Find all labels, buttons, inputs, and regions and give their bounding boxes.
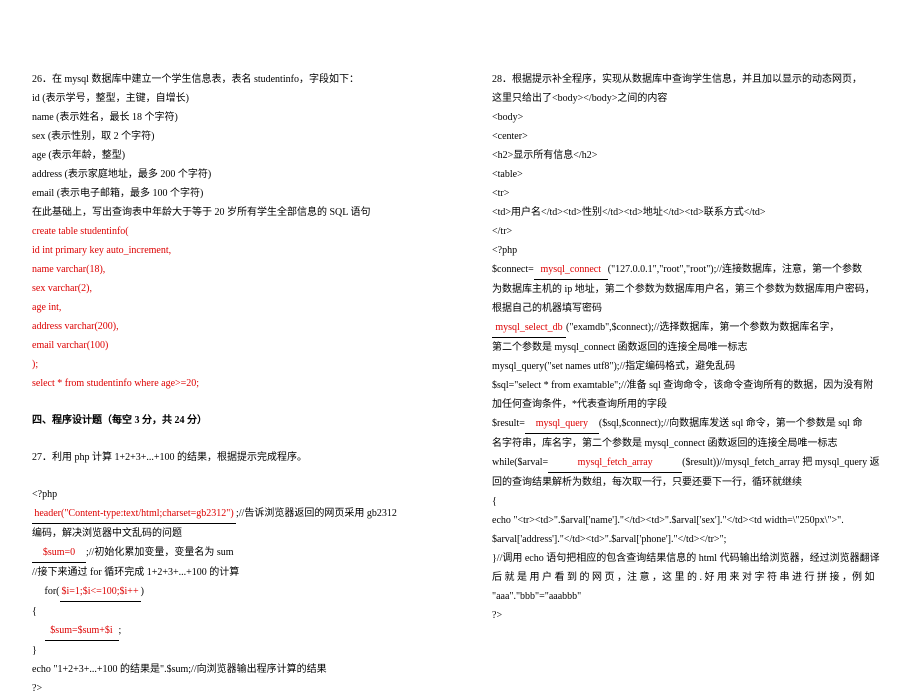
q28-line: ?>: [492, 606, 888, 625]
q28-line: 第二个参数是 mysql_connect 函数返回的连接全局唯一标志: [492, 338, 888, 357]
q27-line: ?>: [32, 679, 428, 698]
q26-answer: select * from studentinfo where age>=20;: [32, 374, 428, 393]
q27-row: $sum=$sum+$i;: [32, 621, 428, 641]
q28-line: <center>: [492, 127, 888, 146]
q27-text: ;: [119, 625, 122, 636]
q28-text: ($result))//mysql_fetch_array 把 mysql_qu…: [682, 457, 879, 468]
q28-line: <td>用户名</td><td>性别</td><td>地址</td><td>联系…: [492, 203, 888, 222]
q27-text: ;//初始化累加变量，变量名为 sum: [86, 547, 234, 558]
right-column: 28．根据提示补全程序，实现从数据库中查询学生信息，并且加以显示的动态网页， 这…: [460, 0, 920, 698]
q27-row: $sum=0;//初始化累加变量，变量名为 sum: [32, 543, 428, 563]
q28-line: $sql="select * from examtable";//准备 sql …: [492, 376, 888, 395]
q26-line: 26．在 mysql 数据库中建立一个学生信息表，表名 studentinfo，…: [32, 70, 428, 89]
q28-line: "aaa"."bbb"="aaabbb": [492, 587, 888, 606]
q28-line: <h2>显示所有信息</h2>: [492, 146, 888, 165]
q28-line: </tr>: [492, 222, 888, 241]
blank-query: mysql_query: [525, 414, 599, 434]
q26-answer: );: [32, 355, 428, 374]
q26-answer: age int,: [32, 298, 428, 317]
q26-line: id (表示学号，整型，主键，自增长): [32, 89, 428, 108]
q28-line: mysql_query("set names utf8");//指定编码格式，避…: [492, 357, 888, 376]
q27-line: 27．利用 php 计算 1+2+3+...+100 的结果，根据提示完成程序。: [32, 448, 428, 467]
page-container: 26．在 mysql 数据库中建立一个学生信息表，表名 studentinfo，…: [0, 0, 920, 698]
q28-text: $result=: [492, 418, 525, 429]
q28-line: 根据自己的机器填写密码: [492, 299, 888, 318]
q26-line: email (表示电子邮箱，最多 100 个字符): [32, 184, 428, 203]
q28-line: $arval['address']."</td><td>".$arval['ph…: [492, 530, 888, 549]
q28-line: 这里只给出了<body></body>之间的内容: [492, 89, 888, 108]
q28-line: 加任何查询条件，*代表查询所用的字段: [492, 395, 888, 414]
q27-text: ;//告诉浏览器返回的网页采用 gb2312: [236, 508, 397, 519]
q27-line: 编码，解决浏览器中文乱码的问题: [32, 524, 428, 543]
blank-sum: $sum=0: [32, 543, 86, 563]
blank-for: $i=1;$i<=100;$i++: [60, 582, 141, 602]
q28-row: $result=mysql_query($sql,$connect);//向数据…: [492, 414, 888, 434]
q27-row: header("Content-type:text/html;charset=g…: [32, 504, 428, 524]
q27-line: echo "1+2+3+...+100 的结果是".$sum;//向浏览器输出程…: [32, 660, 428, 679]
q28-line: <table>: [492, 165, 888, 184]
q28-row: $connect=mysql_connect("127.0.0.1","root…: [492, 260, 888, 280]
q27-row: for($i=1;$i<=100;$i++): [32, 582, 428, 602]
q26-line: name (表示姓名，最长 18 个字符): [32, 108, 428, 127]
left-column: 26．在 mysql 数据库中建立一个学生信息表，表名 studentinfo，…: [0, 0, 460, 698]
q28-row: while($arval=mysql_fetch_array($result))…: [492, 453, 888, 473]
q26-line: address (表示家庭地址，最多 200 个字符): [32, 165, 428, 184]
q28-line: <?php: [492, 241, 888, 260]
q26-line: sex (表示性别，取 2 个字符): [32, 127, 428, 146]
q28-line: <body>: [492, 108, 888, 127]
blank-fetch: mysql_fetch_array: [548, 453, 682, 473]
q28-line: 为数据库主机的 ip 地址，第二个参数为数据库用户名，第三个参数为数据库用户密码…: [492, 280, 888, 299]
section-4-title: 四、程序设计题（每空 3 分，共 24 分）: [32, 411, 428, 430]
q26-answer: email varchar(100): [32, 336, 428, 355]
q26-answer: id int primary key auto_increment,: [32, 241, 428, 260]
q27-line: <?php: [32, 485, 428, 504]
q28-text: while($arval=: [492, 457, 548, 468]
q28-text: ("examdb",$connect);//选择数据库，第一个参数为数据库名字，: [566, 322, 839, 333]
q26-answer: address varchar(200),: [32, 317, 428, 336]
q28-text: ("127.0.0.1","root","root");//连接数据库，注意，第…: [608, 264, 862, 275]
q26-line: 在此基础上，写出查询表中年龄大于等于 20 岁所有学生全部信息的 SQL 语句: [32, 203, 428, 222]
q28-line: 后 就 是 用 户 看 到 的 网 页 ，注 意 ，这 里 的 . 好 用 来 …: [492, 568, 888, 587]
q28-line: echo "<tr><td>".$arval['name']."</td><td…: [492, 511, 888, 530]
q28-line: 28．根据提示补全程序，实现从数据库中查询学生信息，并且加以显示的动态网页，: [492, 70, 888, 89]
q28-line: 名字符串，库名字，第二个参数是 mysql_connect 函数返回的连接全局唯…: [492, 434, 888, 453]
q26-answer: create table studentinfo(: [32, 222, 428, 241]
q26-line: age (表示年龄，整型): [32, 146, 428, 165]
q28-line: {: [492, 492, 888, 511]
blank-selectdb: mysql_select_db: [492, 318, 566, 338]
q28-row: mysql_select_db("examdb",$connect);//选择数…: [492, 318, 888, 338]
blank-sumadd: $sum=$sum+$i: [45, 621, 119, 641]
blank-connect: mysql_connect: [534, 260, 608, 280]
q28-line: }//调用 echo 语句把相应的包含查询结果信息的 html 代码输出给浏览器…: [492, 549, 888, 568]
q26-answer: name varchar(18),: [32, 260, 428, 279]
q28-line: 回的查询结果解析为数组，每次取一行，只要还要下一行，循环就继续: [492, 473, 888, 492]
q26-answer: sex varchar(2),: [32, 279, 428, 298]
q27-line: {: [32, 602, 428, 621]
q27-text: ): [141, 586, 144, 597]
q28-text: ($sql,$connect);//向数据库发送 sql 命令，第一个参数是 s…: [599, 418, 863, 429]
q27-text: for(: [45, 586, 60, 597]
q28-text: $connect=: [492, 264, 534, 275]
q28-line: <tr>: [492, 184, 888, 203]
blank-header: header("Content-type:text/html;charset=g…: [32, 504, 236, 524]
q27-line: //接下来通过 for 循环完成 1+2+3+...+100 的计算: [32, 563, 428, 582]
q27-line: }: [32, 641, 428, 660]
